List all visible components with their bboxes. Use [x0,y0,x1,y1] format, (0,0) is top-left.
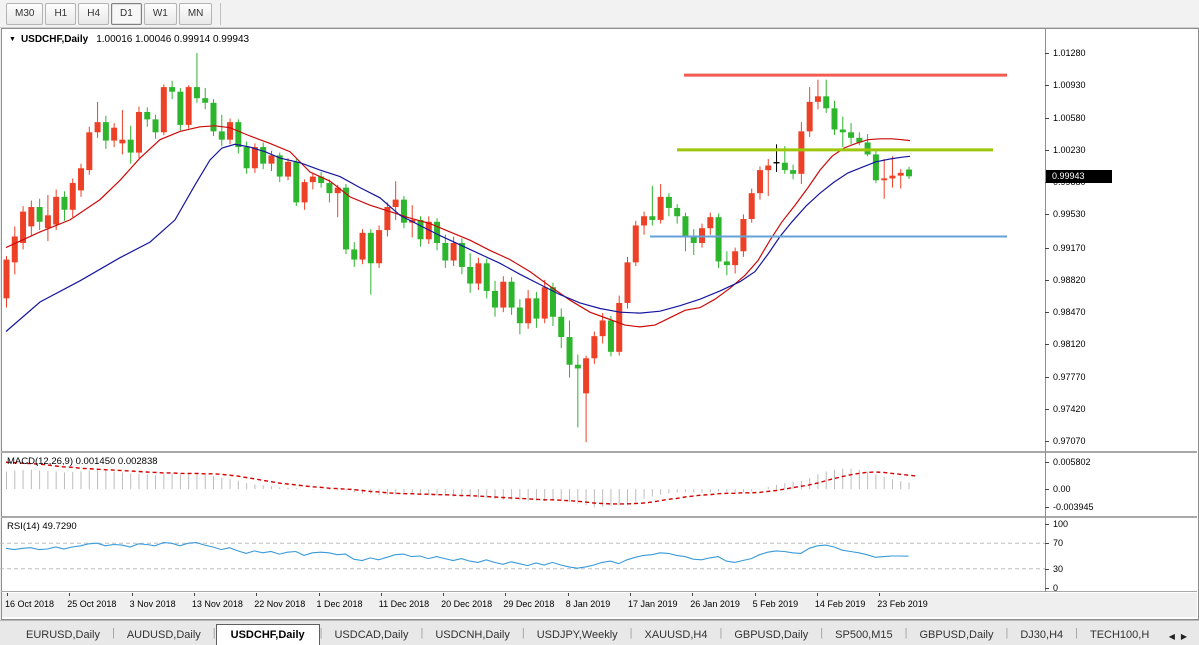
price-axis-tick [1045,214,1049,215]
chart-tabs: EURUSD,Daily|AUDUSD,Daily|USDCHF,Daily|U… [14,621,1161,645]
chart-tab-gbpusd-daily[interactable]: GBPUSD,Daily [908,625,1006,645]
chart-tab-eurusd-daily[interactable]: EURUSD,Daily [14,625,112,645]
price-axis-label: 0.98120 [1053,339,1086,349]
time-axis-label: 26 Jan 2019 [690,599,740,609]
tab-scroll-arrows: ◀▶ [1169,632,1193,641]
price-axis-label: 0.98470 [1053,307,1086,317]
macd-axis-label: 0.00 [1053,484,1071,494]
time-axis-label: 22 Nov 2018 [254,599,305,609]
time-axis-tick [381,593,382,596]
price-axis-tick [1045,118,1049,119]
time-axis-label: 14 Feb 2019 [815,599,866,609]
chart-title: ▼ USDCHF,Daily 1.00016 1.00046 0.99914 0.9… [9,34,249,45]
rsi-axis-label: 30 [1053,564,1063,574]
time-axis-label: 8 Jan 2019 [566,599,611,609]
price-axis-tick [1045,441,1049,442]
rsi-axis-tick [1045,588,1049,589]
macd-histogram [7,469,910,507]
price-axis-label: 1.01280 [1053,48,1086,58]
time-axis-tick [630,593,631,596]
chart-tabbar: EURUSD,Daily|AUDUSD,Daily|USDCHF,Daily|U… [0,620,1199,645]
time-axis-tick [319,593,320,596]
chart-tab-usdjpy-weekly[interactable]: USDJPY,Weekly [525,625,630,645]
chart-tab-sp500-m15[interactable]: SP500,M15 [823,625,904,645]
time-axis-label: 25 Oct 2018 [67,599,116,609]
chart-tab-audusd-daily[interactable]: AUDUSD,Daily [115,625,213,645]
rsi-axis-tick [1045,543,1049,544]
tab-scroll-left-icon[interactable]: ◀ [1169,632,1181,641]
price-axis-tick [1045,409,1049,410]
time-axis-label: 23 Feb 2019 [877,599,928,609]
rsi-axis-tick [1045,569,1049,570]
time-axis-label: 5 Feb 2019 [753,599,799,609]
time-axis-tick [194,593,195,596]
chart-tab-usdchf-daily[interactable]: USDCHF,Daily [216,624,320,645]
time-axis-label: 3 Nov 2018 [130,599,176,609]
price-axis-label: 0.99170 [1053,243,1086,253]
macd-axis-tick [1045,489,1049,490]
tab-scroll-right-icon[interactable]: ▶ [1181,632,1193,641]
price-axis-label: 1.00230 [1053,145,1086,155]
time-axis-tick [443,593,444,596]
current-price-badge: 0.99943 [1046,170,1112,183]
macd-axis-tick [1045,462,1049,463]
rsi-line [6,543,909,569]
macd-axis-tick [1045,507,1049,508]
rsi-axis-label: 70 [1053,538,1063,548]
chart-dropdown-icon[interactable]: ▼ [9,36,16,43]
time-axis-tick [817,593,818,596]
macd-axis-label: -0.003945 [1053,502,1094,512]
time-axis-tick [755,593,756,596]
mt4-window: M30H1H4D1W1MN ▼USDCHF,Daily1.00016 1.000… [0,0,1199,645]
rsi-axis-label: 0 [1053,583,1058,593]
rsi-axis-label: 100 [1053,519,1068,529]
chart-tab-usdcnh-daily[interactable]: USDCNH,Daily [423,625,522,645]
chart-tab-gbpusd-daily[interactable]: GBPUSD,Daily [722,625,820,645]
price-axis-tick [1045,248,1049,249]
price-axis-label: 1.00930 [1053,80,1086,90]
price-axis-tick [1045,85,1049,86]
price-axis-label: 1.00580 [1053,113,1086,123]
time-axis-tick [69,593,70,596]
price-axis-tick [1045,150,1049,151]
chart-tab-dj30-h4[interactable]: DJ30,H4 [1008,625,1075,645]
time-axis-tick [879,593,880,596]
price-axis-tick [1045,377,1049,378]
time-axis-label: 11 Dec 2018 [379,599,429,609]
time-axis-label: 1 Dec 2018 [317,599,363,609]
time-axis-label: 13 Nov 2018 [192,599,243,609]
time-axis-tick [132,593,133,596]
price-axis-tick [1045,312,1049,313]
macd-label: MACD(12,26,9) 0.001450 0.002838 [7,456,158,467]
time-axis-tick [505,593,506,596]
chart-tab-xauusd-h4[interactable]: XAUUSD,H4 [633,625,720,645]
chart-symbol: USDCHF,Daily [21,34,88,45]
chart-tab-usdcad-daily[interactable]: USDCAD,Daily [322,625,420,645]
price-axis-label: 0.98820 [1053,275,1086,285]
time-axis-label: 20 Dec 2018 [441,599,492,609]
rsi-label: RSI(14) 49.7290 [7,521,77,532]
time-axis-label: 17 Jan 2019 [628,599,678,609]
chart-ohlc-quote: 1.00016 1.00046 0.99914 0.99943 [96,34,249,45]
time-axis-tick [7,593,8,596]
ma-fast-red-line [6,126,910,327]
chart-tab-tech100-h[interactable]: TECH100,H [1078,625,1161,645]
rsi-axis-tick [1045,524,1049,525]
macd-signal-line [6,462,917,504]
time-axis-tick [568,593,569,596]
chart-canvas[interactable] [0,0,1199,645]
time-axis-label: 16 Oct 2018 [5,599,54,609]
time-axis-label: 29 Dec 2018 [503,599,554,609]
time-axis-tick [692,593,693,596]
price-axis-tick [1045,53,1049,54]
time-axis-tick [256,593,257,596]
macd-axis-label: 0.005802 [1053,457,1091,467]
price-axis-tick [1045,344,1049,345]
ma-slow-blue-line [6,144,910,331]
price-axis-tick [1045,280,1049,281]
price-axis-label: 0.97420 [1053,404,1086,414]
price-axis-label: 0.97770 [1053,372,1086,382]
price-axis-label: 0.97070 [1053,436,1086,446]
price-axis-label: 0.99530 [1053,209,1086,219]
